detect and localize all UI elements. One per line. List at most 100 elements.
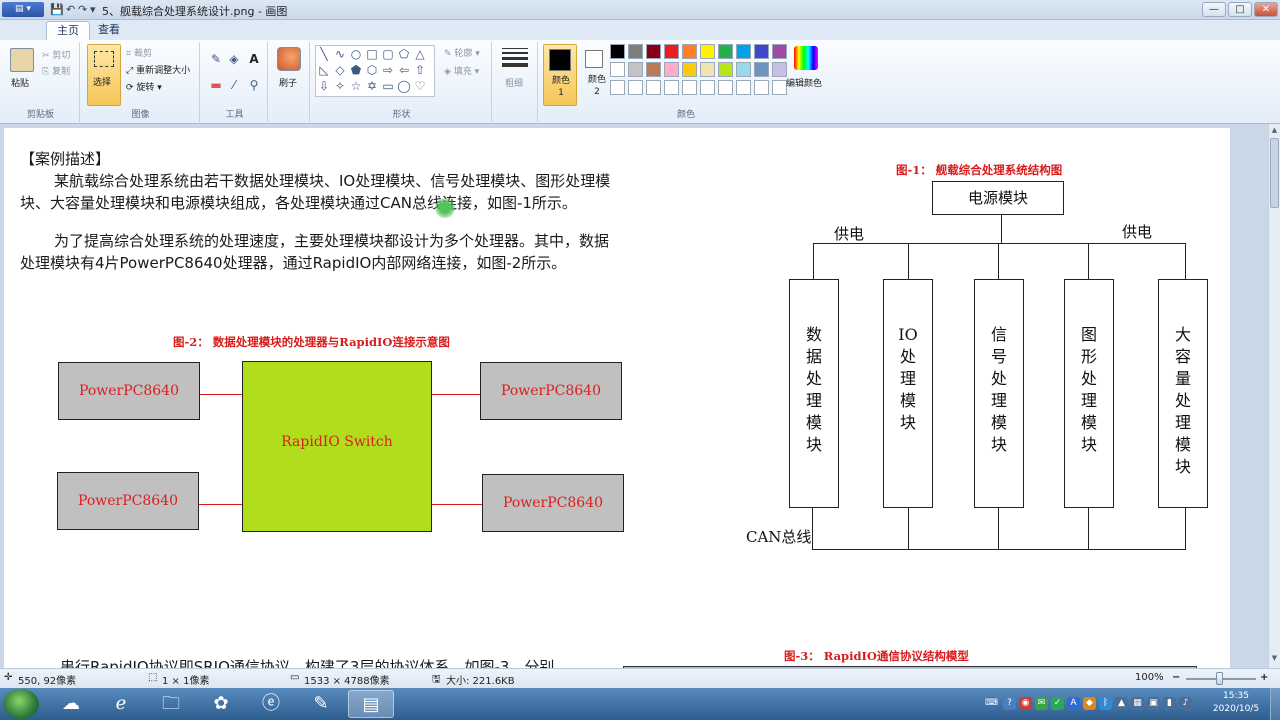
palette-swatch[interactable]: [682, 62, 697, 77]
palette-swatch[interactable]: [664, 62, 679, 77]
start-button[interactable]: [3, 689, 39, 719]
edit-colors-button[interactable]: 编辑颜色: [786, 76, 822, 89]
rectangle-shape-icon[interactable]: □: [364, 47, 380, 61]
palette-swatch[interactable]: [700, 44, 715, 59]
color2-button[interactable]: 颜色 2: [580, 44, 614, 106]
palette-swatch[interactable]: [736, 62, 751, 77]
callout-oval-icon[interactable]: ◯: [396, 79, 412, 93]
tray-icon-d[interactable]: ▦: [1131, 697, 1144, 710]
palette-swatch[interactable]: [718, 44, 733, 59]
paste-icon[interactable]: [10, 48, 34, 72]
palette-swatch[interactable]: [646, 44, 661, 59]
fill-button[interactable]: ◈ 填充 ▾: [444, 64, 479, 77]
fill-bucket-icon[interactable]: ◈: [226, 52, 242, 66]
zoom-out-button[interactable]: −: [1172, 672, 1180, 683]
paint-app-icon[interactable]: ✎: [298, 690, 344, 718]
zoom-slider-thumb[interactable]: [1216, 672, 1223, 685]
customize-quick-access-icon[interactable]: ▾: [90, 3, 96, 16]
custom-color-slot[interactable]: [754, 80, 769, 95]
line-width-icon[interactable]: [502, 48, 528, 67]
palette-swatch[interactable]: [754, 62, 769, 77]
bluetooth-icon[interactable]: ᛒ: [1099, 697, 1112, 710]
ie-browser-icon[interactable]: ℯ: [98, 690, 144, 718]
five-point-star-icon[interactable]: ☆: [348, 79, 364, 93]
text-tool-icon[interactable]: A: [246, 52, 262, 66]
resize-button[interactable]: ⤢ 重新调整大小: [126, 63, 190, 76]
app-icon[interactable]: ✿: [198, 690, 244, 718]
four-point-star-icon[interactable]: ✧: [332, 79, 348, 93]
palette-swatch[interactable]: [628, 62, 643, 77]
triangle-shape-icon[interactable]: △: [412, 47, 428, 61]
palette-swatch[interactable]: [610, 62, 625, 77]
edit-colors-icon[interactable]: [794, 46, 818, 70]
palette-swatch[interactable]: [772, 44, 787, 59]
app-menu-button[interactable]: ▤ ▾: [2, 2, 44, 17]
palette-swatch[interactable]: [718, 62, 733, 77]
tray-icon-b[interactable]: ◆: [1083, 697, 1096, 710]
rounded-rect-shape-icon[interactable]: ▢: [380, 47, 396, 61]
scroll-up-icon[interactable]: ▲: [1270, 126, 1279, 134]
size-button[interactable]: 粗细: [505, 76, 523, 89]
polygon-shape-icon[interactable]: ⬠: [396, 47, 412, 61]
close-button[interactable]: ✕: [1254, 2, 1278, 17]
left-arrow-shape-icon[interactable]: ⇦: [396, 63, 412, 77]
undo-icon[interactable]: ↶: [66, 3, 75, 16]
tray-icon-a[interactable]: A: [1067, 697, 1080, 710]
color-picker-icon[interactable]: ⁄: [226, 78, 242, 92]
baidu-netdisk-icon[interactable]: ☁: [48, 690, 94, 718]
custom-color-slot[interactable]: [700, 80, 715, 95]
tray-icon-c[interactable]: ▲: [1115, 697, 1128, 710]
redo-icon[interactable]: ↷: [78, 3, 87, 16]
heart-shape-icon[interactable]: ♡: [412, 79, 428, 93]
brushes-button[interactable]: 刷子: [279, 76, 297, 89]
image-canvas[interactable]: 【案例描述】 某航载综合处理系统由若干数据处理模块、IO处理模块、信号处理模块、…: [4, 128, 1230, 668]
network-icon[interactable]: ▮: [1163, 697, 1176, 710]
scrollbar-thumb[interactable]: [1270, 138, 1279, 208]
custom-color-slot[interactable]: [646, 80, 661, 95]
file-explorer-icon[interactable]: 🗀: [148, 690, 194, 718]
brush-icon[interactable]: [277, 47, 301, 71]
select-button[interactable]: 选择: [87, 44, 121, 106]
maximize-button[interactable]: □: [1228, 2, 1252, 17]
ie-browser-icon-2[interactable]: ⓔ: [248, 690, 294, 718]
palette-swatch[interactable]: [736, 44, 751, 59]
palette-swatch[interactable]: [628, 44, 643, 59]
cut-button[interactable]: ✂ 剪切: [42, 48, 70, 61]
right-triangle-shape-icon[interactable]: ◺: [316, 63, 332, 77]
right-arrow-shape-icon[interactable]: ⇨: [380, 63, 396, 77]
wechat-icon[interactable]: ✉: [1035, 697, 1048, 710]
tab-view[interactable]: 查看: [88, 21, 130, 40]
palette-swatch[interactable]: [664, 44, 679, 59]
tab-home[interactable]: 主页: [46, 21, 90, 40]
hexagon-shape-icon[interactable]: ⬡: [364, 63, 380, 77]
diamond-shape-icon[interactable]: ◇: [332, 63, 348, 77]
down-arrow-shape-icon[interactable]: ⇩: [316, 79, 332, 93]
canvas-area[interactable]: 【案例描述】 某航载综合处理系统由若干数据处理模块、IO处理模块、信号处理模块、…: [0, 124, 1268, 668]
tray-app-icon[interactable]: ◉: [1019, 697, 1032, 710]
custom-color-slot[interactable]: [772, 80, 787, 95]
palette-swatch[interactable]: [646, 62, 661, 77]
outline-button[interactable]: ✎ 轮廓 ▾: [444, 46, 480, 59]
oval-shape-icon[interactable]: ○: [348, 47, 364, 61]
callout-rect-icon[interactable]: ▭: [380, 79, 396, 93]
custom-color-slot[interactable]: [718, 80, 733, 95]
curve-shape-icon[interactable]: ∿: [332, 47, 348, 61]
color1-button[interactable]: 颜色 1: [543, 44, 577, 106]
save-icon[interactable]: 💾: [50, 3, 64, 16]
help-icon[interactable]: ?: [1003, 697, 1016, 710]
clock[interactable]: 15:35 2020/10/5: [1206, 690, 1266, 716]
tray-icon-e[interactable]: ▣: [1147, 697, 1160, 710]
magnifier-icon[interactable]: ⚲: [246, 78, 262, 92]
eraser-icon[interactable]: ▬: [208, 78, 224, 92]
security-icon[interactable]: ✓: [1051, 697, 1064, 710]
custom-color-slot[interactable]: [736, 80, 751, 95]
active-app-icon[interactable]: ▤: [348, 690, 394, 718]
palette-swatch[interactable]: [700, 62, 715, 77]
show-desktop-button[interactable]: [1270, 688, 1280, 720]
pentagon-shape-icon[interactable]: ⬟: [348, 63, 364, 77]
custom-color-slot[interactable]: [610, 80, 625, 95]
pencil-icon[interactable]: ✎: [208, 52, 224, 66]
palette-swatch[interactable]: [610, 44, 625, 59]
minimize-button[interactable]: —: [1202, 2, 1226, 17]
zoom-in-button[interactable]: +: [1260, 672, 1268, 683]
